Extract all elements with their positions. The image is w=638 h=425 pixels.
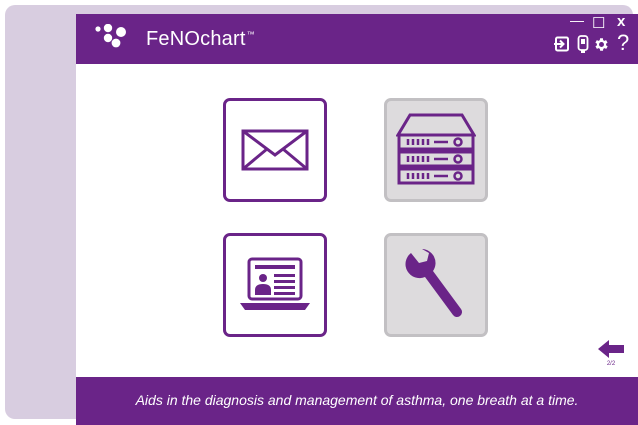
close-button[interactable]: x [617,14,625,30]
maximize-button[interactable]: ☐ [592,14,605,32]
app-name: FeNOchart [146,28,246,50]
device-icon[interactable] [577,35,589,53]
wrench-icon [405,249,462,317]
envelope-icon [241,129,309,171]
help-icon[interactable]: ? [617,30,629,56]
trademark: ™ [246,30,255,40]
title-bar: FeNOchart™ — ☐ x ? [76,14,638,64]
messages-tile[interactable] [223,98,327,202]
minimize-button[interactable]: — [570,14,584,28]
tagline: Aids in the diagnosis and management of … [135,392,579,408]
app-title: FeNOchart™ [146,28,255,51]
logout-icon[interactable] [554,36,570,52]
server-tile[interactable] [384,98,488,202]
tools-tile[interactable] [384,233,488,337]
footer-bar: Aids in the diagnosis and management of … [76,377,638,425]
laptop-profile-icon [240,257,310,310]
app-window: FeNOchart™ — ☐ x ? 2/2 Aids in the diagn… [76,14,638,425]
server-icon [396,113,476,185]
settings-icon[interactable] [593,36,610,53]
arrow-left-icon [598,340,624,358]
profile-tile[interactable] [223,233,327,337]
logo-icon [95,24,126,48]
page-indicator: 2/2 [606,361,616,367]
back-button[interactable]: 2/2 [594,338,628,378]
